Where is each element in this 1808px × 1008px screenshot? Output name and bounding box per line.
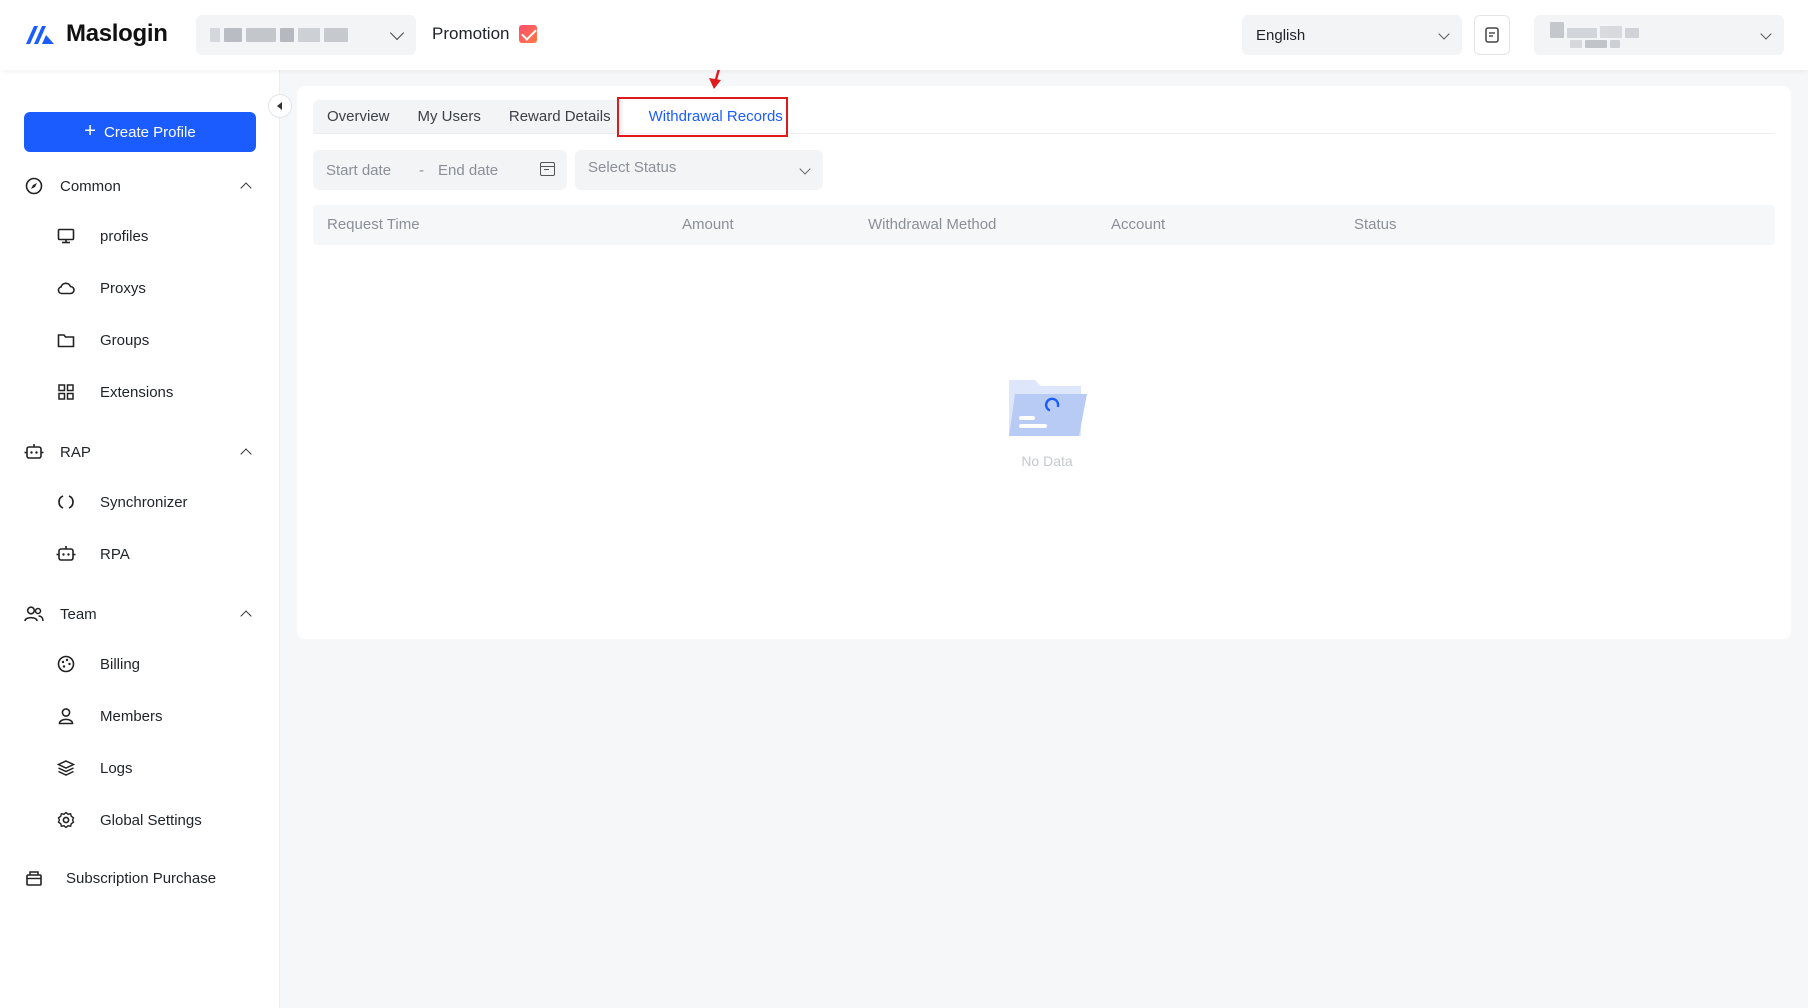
monitor-icon [56, 226, 76, 246]
sidebar-item-extensions[interactable]: Extensions [56, 382, 173, 402]
column-header-status: Status [1354, 216, 1397, 233]
sidebar-item-global-settings[interactable]: Global Settings [56, 810, 202, 830]
empty-state: No Data [1004, 376, 1090, 469]
top-header: Maslogin Promotion English [0, 0, 1808, 70]
sidebar-item-billing[interactable]: Billing [56, 654, 140, 674]
plus-icon: + [84, 120, 96, 142]
start-date-input[interactable]: Start date [326, 162, 391, 179]
column-header-amount: Amount [682, 216, 734, 233]
redacted-team-name [210, 28, 348, 42]
tab-overview[interactable]: Overview [313, 100, 404, 134]
column-header-withdrawal-method: Withdrawal Method [868, 216, 997, 233]
sidebar-group-label: Common [60, 177, 121, 195]
grid-icon [56, 382, 76, 402]
redacted-account-name [1550, 22, 1639, 48]
sidebar-item-subscription-purchase[interactable]: Subscription Purchase [24, 868, 256, 888]
collapse-sidebar-button[interactable] [268, 94, 292, 118]
app-name: Maslogin [66, 20, 168, 47]
empty-text: No Data [1021, 453, 1073, 469]
sidebar-group-common[interactable]: Common [24, 176, 256, 196]
folder-icon [56, 330, 76, 350]
cloud-icon [56, 278, 76, 298]
team-select[interactable] [196, 15, 416, 55]
sidebar-item-label: Extensions [100, 383, 174, 401]
account-select[interactable] [1534, 15, 1784, 55]
chevron-up-icon [240, 448, 252, 460]
user-icon [56, 706, 76, 726]
sidebar-group-label: Team [60, 605, 97, 623]
status-placeholder: Select Status [588, 158, 677, 176]
chevron-down-icon [1438, 28, 1450, 40]
sidebar-item-label: Groups [100, 331, 150, 349]
promotion-badge-icon [519, 25, 538, 43]
docs-button[interactable] [1474, 15, 1510, 55]
status-select[interactable]: Select Status [575, 150, 823, 190]
sidebar-group-rap[interactable]: RAP [24, 442, 256, 462]
sidebar-item-label: profiles [100, 227, 149, 245]
sidebar-item-logs[interactable]: Logs [56, 758, 133, 778]
date-range-picker[interactable]: Start date - End date [313, 150, 567, 190]
sidebar-item-rpa[interactable]: RPA [56, 544, 130, 564]
create-profile-button[interactable]: + Create Profile [24, 112, 256, 152]
team-icon [24, 604, 44, 624]
date-separator: - [419, 161, 425, 179]
empty-folder-icon [1009, 380, 1087, 436]
gear-icon [56, 810, 76, 830]
language-value: English [1256, 26, 1306, 44]
tab-my-users[interactable]: My Users [404, 100, 495, 134]
sidebar-item-profiles[interactable]: profiles [56, 226, 148, 246]
tab-reward-details[interactable]: Reward Details [495, 100, 625, 134]
document-icon [1485, 27, 1499, 43]
sidebar-item-label: Synchronizer [100, 493, 188, 511]
chevron-down-icon [1760, 28, 1772, 40]
sidebar-item-proxys[interactable]: Proxys [56, 278, 146, 298]
chevron-up-icon [240, 610, 252, 622]
sidebar-group-label: RAP [60, 443, 91, 461]
sidebar-item-label: Global Settings [100, 811, 202, 829]
table-header: Request Time Amount Withdrawal Method Ac… [313, 205, 1775, 245]
highlight-box [617, 97, 788, 137]
sidebar-item-label: Logs [100, 759, 133, 777]
subscription-label: Subscription Purchase [66, 869, 217, 887]
main-card: Overview My Users Reward Details Withdra… [297, 86, 1791, 639]
end-date-input[interactable]: End date [438, 162, 498, 179]
sidebar-item-label: RPA [100, 545, 130, 563]
sidebar-group-team[interactable]: Team [24, 604, 256, 624]
promotion-label: Promotion [432, 24, 510, 43]
compass-icon [24, 176, 44, 196]
sidebar-item-label: Proxys [100, 279, 146, 297]
column-header-request-time: Request Time [327, 216, 420, 233]
gift-icon [24, 868, 44, 888]
sync-icon [56, 492, 76, 512]
tab-bar: Overview My Users Reward Details Withdra… [313, 100, 1773, 134]
sidebar-item-label: Billing [100, 655, 141, 673]
maslogin-logo-icon [26, 26, 54, 44]
app-logo[interactable]: Maslogin [24, 20, 168, 48]
create-profile-label: Create Profile [103, 123, 196, 141]
robot-icon [56, 544, 76, 564]
chevron-up-icon [240, 182, 252, 194]
column-header-account: Account [1111, 216, 1166, 233]
sidebar: + Create Profile Common profiles Proxys … [0, 70, 280, 1008]
robot-icon [24, 442, 44, 462]
sidebar-item-groups[interactable]: Groups [56, 330, 149, 350]
layers-icon [56, 758, 76, 778]
calendar-icon [540, 162, 555, 176]
chevron-down-icon [799, 163, 811, 175]
palette-icon [56, 654, 76, 674]
chevron-down-icon [389, 25, 405, 41]
sidebar-item-members[interactable]: Members [56, 706, 163, 726]
sidebar-item-synchronizer[interactable]: Synchronizer [56, 492, 188, 512]
sidebar-item-label: Members [100, 707, 163, 725]
language-select[interactable]: English [1242, 15, 1462, 55]
promotion-link[interactable]: Promotion [432, 24, 538, 44]
